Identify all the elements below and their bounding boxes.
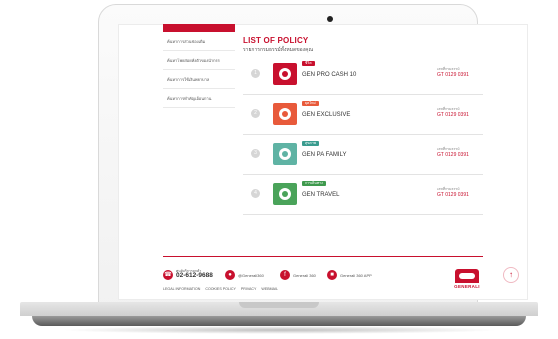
footer-link[interactable]: PRIVACY — [241, 287, 257, 291]
policy-row[interactable]: 2 ยุคใหม่ GEN EXCLUSIVE เลขที่กรมธรรม์ G… — [243, 94, 483, 135]
generali-logo[interactable]: GENERALI — [451, 269, 483, 293]
sidebar-item-4[interactable]: ค้นหาการทำคัญเอ้อนกาน — [163, 89, 235, 108]
phone-icon: ☎ — [163, 270, 173, 280]
policy-name: GEN PRO CASH 10 — [302, 72, 357, 78]
laptop-notch — [239, 302, 319, 308]
social-label: Generali 360 — [293, 272, 316, 278]
row-index: 4 — [251, 189, 260, 198]
lion-icon — [455, 269, 479, 283]
page-subtitle: รายการกรมธรรม์ทั้งหมดของคุณ — [243, 47, 314, 53]
footer-link[interactable]: LEGAL INFORMATION — [163, 287, 200, 291]
policy-category-badge: ยุคใหม่ — [302, 101, 319, 106]
laptop-bottom — [32, 316, 526, 326]
policy-category-badge: ชีวิต — [302, 61, 315, 66]
sidebar-item-1[interactable]: ค้นหาการส่วนช่องเดิม — [163, 32, 235, 51]
policy-row[interactable]: 4 การเดินทาง GEN TRAVEL เลขที่กรมธรรม์ G… — [243, 174, 483, 215]
social-label: Generali 360 APP — [340, 272, 372, 278]
laptop-base — [20, 302, 538, 330]
sidebar-item-2[interactable]: ค้นหาโพยส่อยหั่งตัวของนำกรร — [163, 51, 235, 70]
row-index: 2 — [251, 109, 260, 118]
footer: ☎ ศูนย์บริการลูกค้า 02-612-9688 ● @Gener… — [163, 256, 483, 297]
policy-book-icon — [273, 103, 297, 125]
policy-row[interactable]: 3 สุขภาพ GEN PA FAMILY เลขที่กรมธรรม์ GT… — [243, 134, 483, 175]
sidebar-item-3[interactable]: ค้นหาการใช้เงินพยาบาล — [163, 70, 235, 89]
brand-wordmark: GENERALI — [454, 284, 480, 289]
sidebar: ค้นหาการส่วนช่องเดิม ค้นหาโพยส่อยหั่งตัว… — [163, 24, 235, 108]
policy-name: GEN TRAVEL — [302, 192, 340, 198]
sidebar-item-active[interactable] — [163, 24, 235, 32]
policy-category-badge: สุขภาพ — [302, 141, 320, 146]
policy-book-icon — [273, 63, 297, 85]
policy-book-icon — [273, 143, 297, 165]
footer-link[interactable]: COOKIES POLICY — [205, 287, 236, 291]
line-icon: ● — [225, 270, 235, 280]
policy-category-badge: การเดินทาง — [302, 181, 326, 186]
row-index: 3 — [251, 149, 260, 158]
page-title: LIST OF POLICY — [243, 36, 309, 45]
facebook-icon: f — [280, 270, 290, 280]
policy-number: GT 0129 0391 — [437, 192, 469, 198]
policy-name: GEN PA FAMILY — [302, 152, 347, 158]
social-label: @Generali360 — [238, 272, 264, 278]
policy-list: LIST OF POLICY รายการกรมธรรม์ทั้งหมดของค… — [243, 36, 483, 215]
phone-number: 02-612-9688 — [176, 272, 213, 280]
policy-number: GT 0129 0391 — [437, 112, 469, 118]
screen: ค้นหาการส่วนช่องเดิม ค้นหาโพยส่อยหั่งตัว… — [118, 24, 528, 300]
policy-name: GEN EXCLUSIVE — [302, 112, 351, 118]
policy-number: GT 0129 0391 — [437, 72, 469, 78]
footer-social-line[interactable]: ● @Generali360 — [225, 269, 264, 281]
webcam-dot — [327, 16, 333, 22]
footer-link[interactable]: WEBMAIL — [261, 287, 278, 291]
policy-number: GT 0129 0391 — [437, 152, 469, 158]
footer-links: LEGAL INFORMATION COOKIES POLICY PRIVACY… — [163, 287, 278, 291]
policy-book-icon — [273, 183, 297, 205]
scroll-to-top-button[interactable]: ↑ — [503, 267, 519, 283]
footer-social-facebook[interactable]: f Generali 360 — [280, 269, 316, 281]
footer-social-app[interactable]: ■ Generali 360 APP — [327, 269, 372, 281]
policy-row[interactable]: 1 ชีวิต GEN PRO CASH 10 เลขที่กรมธรรม์ G… — [243, 54, 483, 95]
footer-contact[interactable]: ☎ ศูนย์บริการลูกค้า 02-612-9688 — [163, 269, 213, 281]
row-index: 1 — [251, 69, 260, 78]
app-icon: ■ — [327, 270, 337, 280]
